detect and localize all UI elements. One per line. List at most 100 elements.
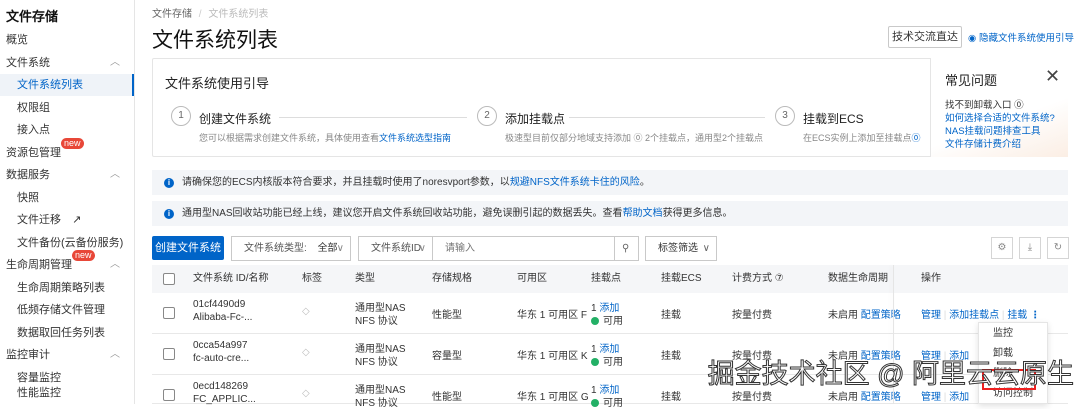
label: 标签筛选 bbox=[658, 243, 698, 254]
billing: 按量付费 bbox=[732, 392, 772, 403]
storage-spec: 性能型 bbox=[432, 310, 462, 321]
chevron-down-icon: ∨ bbox=[418, 243, 426, 254]
sidebar-item-filesystem-list[interactable]: 文件系统列表 bbox=[0, 74, 134, 96]
sidebar-item-file-migration[interactable]: 文件迁移 ↗ bbox=[0, 209, 134, 231]
row-action-link[interactable]: 管理 bbox=[921, 392, 941, 403]
help-icon[interactable]: ⓪ bbox=[912, 133, 921, 143]
status-ok-icon bbox=[591, 358, 599, 366]
page-title: 文件系统列表 bbox=[152, 29, 278, 52]
hide-guide-link[interactable]: ◉ 隐藏文件系统使用引导 bbox=[968, 30, 1074, 44]
mount-ecs-link[interactable]: 挂载 bbox=[661, 347, 681, 362]
filesystem-name: fc-auto-cre... bbox=[193, 353, 250, 364]
sidebar-item-retrieval-tasks[interactable]: 数据取回任务列表 bbox=[0, 322, 134, 344]
chevron-up-icon: ︿ bbox=[110, 259, 120, 270]
faq-item[interactable]: 找不到卸载入口 ⓪ bbox=[945, 99, 1055, 112]
row-action-link[interactable]: 管理 bbox=[921, 310, 941, 321]
new-badge: new bbox=[61, 138, 84, 149]
filesystem-type-select[interactable]: 文件系统类型: 全部 ∨ bbox=[231, 236, 351, 261]
menu-item-monitor[interactable]: 监控 bbox=[979, 324, 1047, 343]
status: 可用 bbox=[603, 357, 623, 368]
search-field-select[interactable]: 文件系统ID ∨ bbox=[358, 236, 433, 261]
breadcrumb: 文件存储 / 文件系统列表 bbox=[152, 9, 269, 20]
tag-icon[interactable]: ◇ bbox=[302, 347, 310, 358]
search-icon[interactable]: ⚲ bbox=[614, 236, 639, 261]
close-icon[interactable]: ✕ bbox=[1045, 66, 1060, 87]
filesystem-id-link[interactable]: 01cf4490d9 bbox=[193, 299, 245, 310]
more-icon[interactable]: ⋮ bbox=[1027, 310, 1040, 321]
column-header: 文件系统 ID/名称 bbox=[193, 273, 269, 284]
mount-ecs-link[interactable]: 挂载 bbox=[661, 306, 681, 321]
row-checkbox[interactable] bbox=[163, 389, 175, 401]
download-icon[interactable]: ⤓ bbox=[1019, 237, 1041, 259]
sidebar-group-data-service[interactable]: 数据服务 ︿ bbox=[0, 164, 134, 186]
select-all-checkbox[interactable] bbox=[163, 273, 175, 285]
sidebar-title: 文件存储 bbox=[6, 9, 59, 24]
breadcrumb-item[interactable]: 文件存储 bbox=[152, 9, 192, 20]
label: 文件系统类型: bbox=[244, 243, 307, 254]
sidebar-group-monitoring[interactable]: 监控审计 ︿ bbox=[0, 344, 134, 366]
sidebar-group-lifecycle[interactable]: 生命周期管理new ︿ bbox=[0, 250, 134, 276]
settings-icon[interactable]: ⚙ bbox=[991, 237, 1013, 259]
faq-link[interactable]: 如何选择合适的文件系统? bbox=[945, 112, 1055, 125]
chevron-up-icon: ︿ bbox=[110, 349, 120, 360]
sidebar-item-snapshot[interactable]: 快照 bbox=[0, 187, 134, 209]
column-header: 挂载ECS bbox=[661, 273, 702, 284]
chevron-up-icon: ︿ bbox=[110, 169, 120, 180]
sidebar-item-lifecycle-policy[interactable]: 生命周期策略列表 bbox=[0, 277, 134, 299]
lifecycle-status: 未启用 bbox=[828, 310, 858, 321]
value: 文件系统ID bbox=[371, 243, 421, 254]
step-number: 2 bbox=[477, 106, 497, 126]
label: 文件系统 bbox=[6, 57, 50, 69]
search-input[interactable] bbox=[432, 236, 615, 261]
text: 通用型NAS回收站功能已经上线，建议您开启文件系统回收站功能，避免误删引起的数据… bbox=[182, 208, 623, 219]
eye-off-icon: ◉ bbox=[968, 33, 979, 44]
label: 接入点 bbox=[17, 124, 50, 136]
text: 在ECS实例上添加至挂载点 bbox=[803, 133, 912, 143]
watermark: 掘金技术社区 @ 阿里云云原生 bbox=[707, 359, 1074, 390]
column-header: 存储规格 bbox=[432, 273, 472, 284]
row-action-link[interactable]: 添加 bbox=[949, 392, 969, 403]
step-desc: 在ECS实例上添加至挂载点⓪ bbox=[803, 131, 921, 144]
row-checkbox[interactable] bbox=[163, 348, 175, 360]
sidebar-item-performance-monitor[interactable]: 性能监控 bbox=[0, 382, 134, 404]
create-filesystem-button[interactable]: 创建文件系统 bbox=[152, 236, 224, 260]
step-title: 创建文件系统 bbox=[199, 112, 272, 126]
selection-guide-link[interactable]: 文件系统选型指南 bbox=[379, 133, 451, 143]
help-doc-link[interactable]: 帮助文档 bbox=[623, 208, 663, 219]
row-action-link[interactable]: 挂载 bbox=[1007, 310, 1027, 321]
label: 概览 bbox=[6, 34, 28, 46]
row-action-link[interactable]: 添加挂载点 bbox=[949, 310, 999, 321]
configure-policy-link[interactable]: 配置策略 bbox=[861, 310, 901, 321]
nfs-risk-link[interactable]: 规避NFS文件系统卡住的风险 bbox=[510, 177, 640, 188]
tag-icon[interactable]: ◇ bbox=[302, 306, 310, 317]
sidebar-item-resource-package[interactable]: 资源包管理new bbox=[0, 138, 134, 164]
label: 文件迁移 bbox=[17, 214, 61, 226]
configure-policy-link[interactable]: 配置策略 bbox=[861, 392, 901, 403]
faq-title: 常见问题 bbox=[945, 73, 998, 88]
sidebar-item-ia-files[interactable]: 低频存储文件管理 bbox=[0, 299, 134, 321]
filesystem-id-link[interactable]: 0ecd148269 bbox=[193, 381, 248, 392]
tech-exchange-button[interactable]: 技术交流直达 bbox=[888, 26, 962, 48]
faq-link[interactable]: NAS挂载问题排查工具 bbox=[945, 125, 1055, 138]
faq-panel: 常见问题 ✕ 找不到卸载入口 ⓪ 如何选择合适的文件系统? NAS挂载问题排查工… bbox=[930, 58, 1068, 157]
row-checkbox[interactable] bbox=[163, 307, 175, 319]
step-connector bbox=[569, 117, 765, 118]
tag-icon[interactable]: ◇ bbox=[302, 388, 310, 399]
chevron-down-icon: ∨ bbox=[336, 243, 344, 254]
sidebar-item-file-backup[interactable]: 文件备份(云备份服务) bbox=[0, 232, 134, 254]
info-banner: i 通用型NAS回收站功能已经上线，建议您开启文件系统回收站功能，避免误删引起的数… bbox=[152, 201, 1068, 226]
status-ok-icon bbox=[591, 317, 599, 325]
label: 生命周期管理 bbox=[6, 259, 72, 271]
refresh-icon[interactable]: ↻ bbox=[1047, 237, 1069, 259]
sidebar-item-permission-group[interactable]: 权限组 bbox=[0, 97, 134, 119]
sidebar-item-overview[interactable]: 概览 bbox=[0, 29, 134, 51]
sidebar-group-filesystem[interactable]: 文件系统 ︿ bbox=[0, 52, 134, 74]
text: 请确保您的ECS内核版本符合要求，并且挂载时使用了noresvport参数，以 bbox=[182, 177, 510, 188]
separator: | bbox=[941, 392, 950, 403]
zone: 华东 1 可用区 G bbox=[517, 392, 589, 403]
mount-ecs-link[interactable]: 挂载 bbox=[661, 388, 681, 403]
tag-filter-button[interactable]: 标签筛选 ∨ bbox=[645, 236, 717, 261]
faq-link[interactable]: 文件存储计费介绍 bbox=[945, 138, 1055, 151]
filesystem-id-link[interactable]: 0cca54a997 bbox=[193, 340, 248, 351]
new-badge: new bbox=[72, 250, 95, 261]
